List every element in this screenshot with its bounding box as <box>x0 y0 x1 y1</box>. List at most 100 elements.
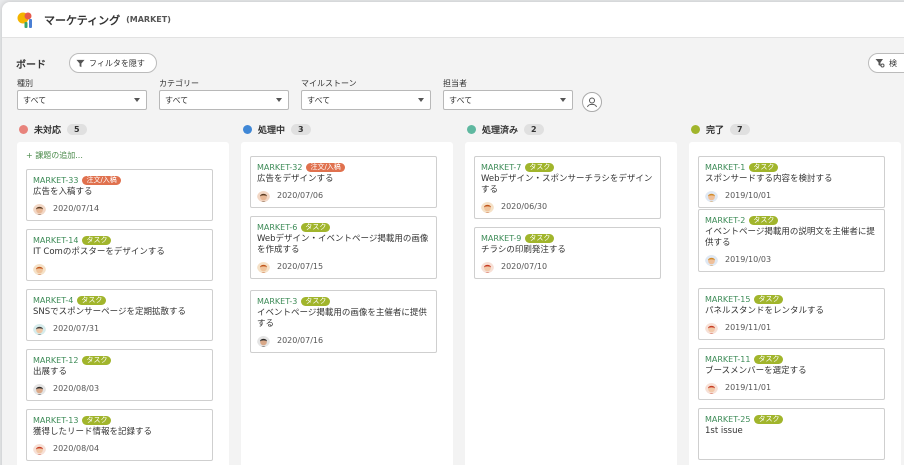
card-header: MARKET-12 タスク <box>33 355 206 366</box>
issue-key[interactable]: MARKET-25 <box>705 415 750 424</box>
filter-label-milestone: マイルストーン <box>301 79 357 88</box>
filter-select-category[interactable]: すべて <box>159 90 289 110</box>
issue-card[interactable]: MARKET-11 タスク ブースメンバーを選定する 2019/11/01 <box>698 348 885 400</box>
issue-key[interactable]: MARKET-7 <box>481 163 521 172</box>
filter-select-type[interactable]: すべて <box>17 90 147 110</box>
assignee-avatar <box>257 334 270 347</box>
issue-type-badge: タスク <box>82 416 112 425</box>
issue-title[interactable]: IT Comのポスターをデザインする <box>33 247 206 258</box>
hide-filter-button[interactable]: フィルタを隠す <box>69 53 157 73</box>
issue-key[interactable]: MARKET-12 <box>33 356 78 365</box>
issue-title[interactable]: 獲得したリード情報を記録する <box>33 427 206 438</box>
issue-key[interactable]: MARKET-15 <box>705 295 750 304</box>
due-date: 2020/07/15 <box>277 262 324 271</box>
search-filter-button[interactable]: 検 <box>868 53 904 73</box>
issue-key[interactable]: MARKET-3 <box>257 297 297 306</box>
filter-select-assignee[interactable]: すべて <box>443 90 573 110</box>
card-header: MARKET-33 注文/入稿 <box>33 175 206 186</box>
card-footer: 2020/07/15 <box>257 260 430 273</box>
board-column: MARKET-32 注文/入稿 広告をデザインする 2020/07/06 MARKET-… <box>241 142 453 465</box>
issue-title[interactable]: イベントページ掲載用の画像を主催者に提供する <box>257 308 430 330</box>
issue-card[interactable]: MARKET-13 タスク 獲得したリード情報を記録する 2020/08/04 <box>26 409 213 461</box>
project-header: マーケティング (MARKET) <box>2 2 904 38</box>
card-header: MARKET-1 タスク <box>705 162 878 173</box>
card-header: MARKET-13 タスク <box>33 415 206 426</box>
issue-title[interactable]: 1st issue <box>705 426 878 437</box>
issue-card[interactable]: MARKET-9 タスクチラシの印刷発注する 2020/07/10 <box>474 227 661 279</box>
issue-type-badge: タスク <box>82 356 112 365</box>
issue-title[interactable]: 広告をデザインする <box>257 174 430 185</box>
assignee-avatar <box>481 260 494 273</box>
issue-title[interactable]: 出展する <box>33 367 206 378</box>
card-footer: 2019/11/01 <box>705 321 878 334</box>
issue-title[interactable]: SNSでスポンサーページを定期拡散する <box>33 307 206 318</box>
filter-label-assignee: 担当者 <box>443 79 467 88</box>
issue-key[interactable]: MARKET-9 <box>481 234 521 243</box>
assignee-avatar <box>257 189 270 202</box>
issue-title[interactable]: チラシの印刷発注する <box>481 245 654 256</box>
card-header: MARKET-11 タスク <box>705 354 878 365</box>
filter-select-milestone[interactable]: すべて <box>301 90 431 110</box>
card-footer: 2020/07/10 <box>481 260 654 273</box>
column-count: 3 <box>291 124 311 135</box>
column-count: 7 <box>730 124 750 135</box>
issue-card[interactable]: MARKET-15 タスク パネルスタンドをレンタルする 2019/11/01 <box>698 288 885 340</box>
issue-card[interactable]: MARKET-25 タスク 1st issue <box>698 408 885 460</box>
column-title: 処理中 <box>258 126 286 136</box>
user-icon <box>587 97 597 108</box>
card-footer <box>705 441 878 454</box>
issue-key[interactable]: MARKET-11 <box>705 355 750 364</box>
issue-title[interactable]: パネルスタンドをレンタルする <box>705 306 878 317</box>
app-window: マーケティング (MARKET) ボード フィルタを隠す 検 種別 すべて カテ… <box>2 2 904 465</box>
issue-title[interactable]: Webデザイン・イベントページ掲載用の画像を作成する <box>257 234 430 256</box>
issue-key[interactable]: MARKET-6 <box>257 223 297 232</box>
issue-title[interactable]: ブースメンバーを選定する <box>705 366 878 377</box>
issue-card[interactable]: MARKET-32 注文/入稿 広告をデザインする 2020/07/06 <box>250 156 437 208</box>
card-footer: 2019/10/03 <box>705 253 878 266</box>
column-count: 5 <box>67 124 87 135</box>
issue-type-badge: タスク <box>301 297 331 306</box>
board-toolbar: ボード フィルタを隠す 検 <box>2 38 904 78</box>
board-title: ボード <box>16 60 46 71</box>
issue-title[interactable]: 広告を入稿する <box>33 187 206 198</box>
issue-key[interactable]: MARKET-13 <box>33 416 78 425</box>
issue-title[interactable]: Webデザイン・スポンサーチラシをデザインする <box>481 174 654 196</box>
add-issue-link[interactable]: + 課題の追加... <box>26 150 83 161</box>
filter-value-category: すべて <box>165 95 189 105</box>
issue-card[interactable]: MARKET-7 タスク Webデザイン・スポンサーチラシをデザインする 2020/0… <box>474 156 661 219</box>
filter-value-type: すべて <box>23 95 47 105</box>
issue-type-badge: タスク <box>525 234 555 243</box>
issue-key[interactable]: MARKET-2 <box>705 216 745 225</box>
issue-key[interactable]: MARKET-14 <box>33 236 78 245</box>
issue-key[interactable]: MARKET-32 <box>257 163 302 172</box>
issue-card[interactable]: MARKET-6 タスク Webデザイン・イベントページ掲載用の画像を作成する 202… <box>250 216 437 279</box>
assignee-avatar <box>33 262 46 275</box>
issue-key[interactable]: MARKET-4 <box>33 296 73 305</box>
chevron-down-icon <box>276 98 282 102</box>
card-footer: 2019/10/01 <box>705 189 878 202</box>
issue-type-badge: タスク <box>754 355 784 364</box>
issue-card[interactable]: MARKET-14 タスク IT Comのポスターをデザインする <box>26 229 213 281</box>
status-dot <box>691 125 700 134</box>
issue-card[interactable]: MARKET-3 タスク イベントページ掲載用の画像を主催者に提供する 2020/07… <box>250 290 437 353</box>
due-date: 2019/10/01 <box>725 191 772 200</box>
project-name[interactable]: マーケティング <box>44 12 120 28</box>
issue-card[interactable]: MARKET-2 タスクイベントページ掲載用の説明文を主催者に提供する 2019/1… <box>698 209 885 272</box>
issue-title[interactable]: スポンサードする内容を検討する <box>705 174 878 185</box>
issue-key[interactable]: MARKET-33 <box>33 176 78 185</box>
issue-title[interactable]: イベントページ掲載用の説明文を主催者に提供する <box>705 227 878 249</box>
card-header: MARKET-32 注文/入稿 <box>257 162 430 173</box>
issue-card[interactable]: MARKET-4 タスク SNSでスポンサーページを定期拡散する 2020/07/31 <box>26 289 213 341</box>
issue-card[interactable]: MARKET-33 注文/入稿 広告を入稿する 2020/07/14 <box>26 169 213 221</box>
card-footer: 2020/08/03 <box>33 382 206 395</box>
issue-type-badge: タスク <box>749 216 779 225</box>
issue-key[interactable]: MARKET-1 <box>705 163 745 172</box>
issue-card[interactable]: MARKET-1 タスク スポンサードする内容を検討する 2019/10/01 <box>698 156 885 208</box>
issue-type-badge: タスク <box>82 236 112 245</box>
issue-type-badge: 注文/入稿 <box>306 163 345 172</box>
card-footer: 2020/07/14 <box>33 202 206 215</box>
issue-card[interactable]: MARKET-12 タスク出展する 2020/08/03 <box>26 349 213 401</box>
card-header: MARKET-9 タスク <box>481 233 654 244</box>
assignee-me-button[interactable] <box>582 92 602 112</box>
filter-value-assignee: すべて <box>449 95 473 105</box>
